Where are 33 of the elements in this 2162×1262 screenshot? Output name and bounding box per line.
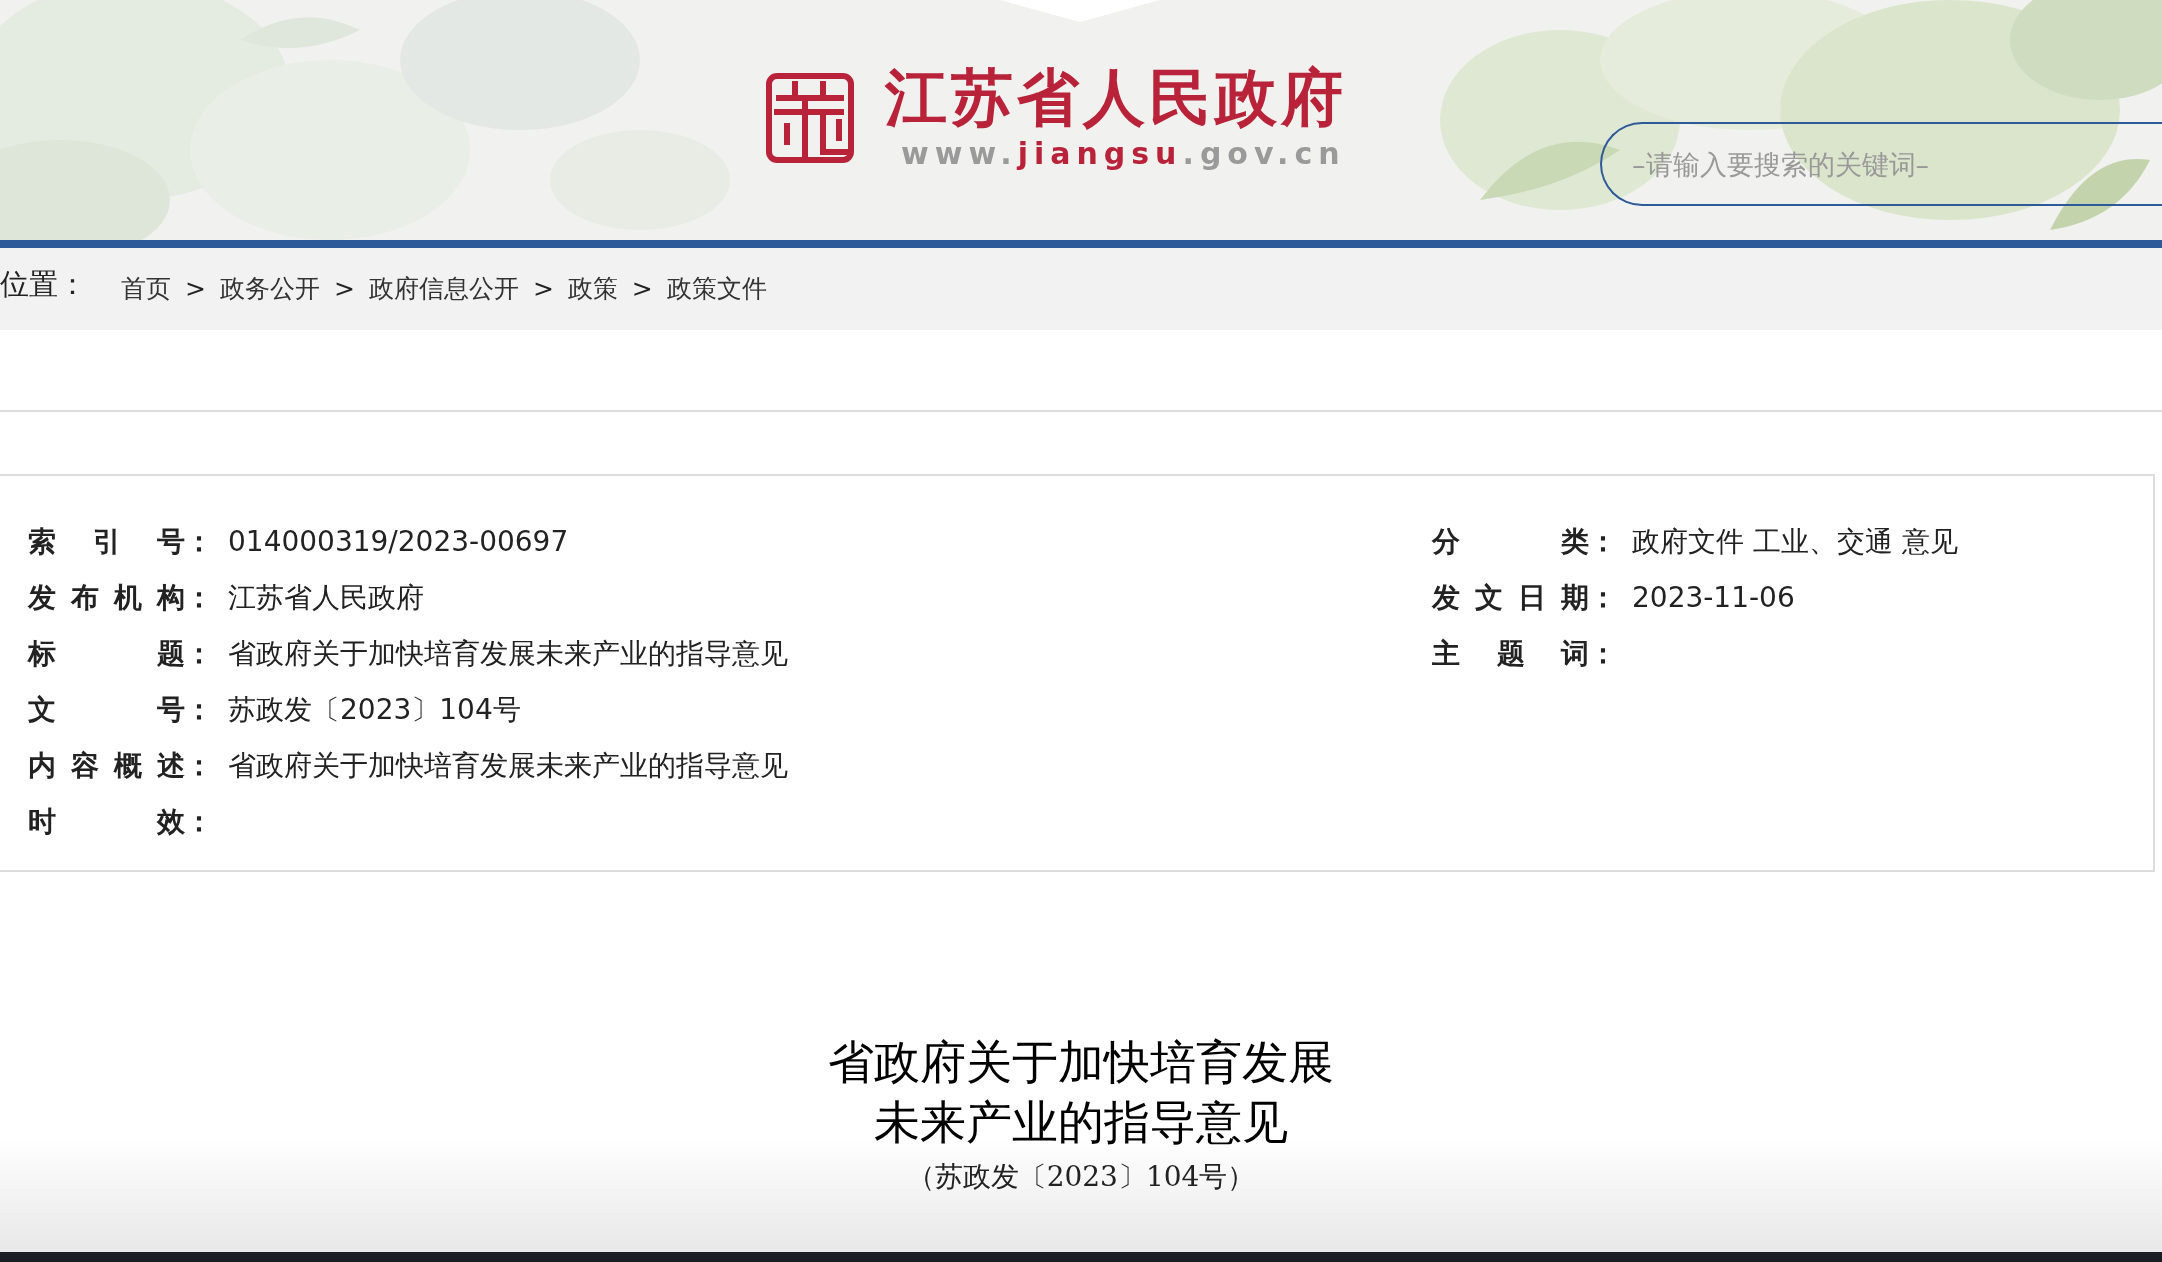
breadcrumb-separator: > [185,273,206,306]
logo-icon [765,72,855,164]
field-label: 标题： [28,636,213,672]
breadcrumb-link[interactable]: 政策文件 [666,270,767,308]
field-value: 苏政发〔2023〕104号 [228,692,521,728]
document-title: 未来产业的指导意见 [874,1094,1288,1151]
field-label: 发布机构： [28,580,213,616]
site-title: 江苏省人民政府 [885,62,1347,134]
breadcrumb-link[interactable]: 政策 [567,270,618,308]
document-number: （苏政发〔2023〕104号） [906,1159,1256,1195]
breadcrumb-link[interactable]: 政务公开 [219,270,320,308]
breadcrumb-link[interactable]: 首页 [121,270,171,308]
field-value: 014000319/2023-00697 [228,524,569,560]
field-label: 发文日期： [1432,580,1617,616]
field-value: 江苏省人民政府 [228,580,424,616]
breadcrumb-separator: > [532,273,554,306]
field-label: 文号： [28,692,213,728]
field-label: 分类： [1432,524,1617,560]
document-title: 省政府关于加快培育发展 [828,1034,1334,1091]
field-value: 政府文件 工业、交通 意见 [1632,524,1958,560]
field-label: 索引号： [28,524,213,560]
field-label: 时效： [28,804,213,840]
breadcrumb-separator: > [333,273,355,306]
field-value: 2023-11-06 [1632,580,1795,616]
field-value: 省政府关于加快培育发展未来产业的指导意见 [228,636,788,672]
search-field[interactable]: –请输入要搜索的关键词– [1600,122,2162,206]
site-url: www.jiangsu.gov.cn [901,135,1347,173]
field-value: 省政府关于加快培育发展未来产业的指导意见 [228,748,788,784]
breadcrumb-separator: > [631,273,653,306]
breadcrumb-label: 位置： [0,266,87,304]
field-label: 主题词： [1432,636,1617,672]
field-label: 内容概述： [28,748,213,784]
breadcrumb-link[interactable]: 政府信息公开 [368,270,519,308]
